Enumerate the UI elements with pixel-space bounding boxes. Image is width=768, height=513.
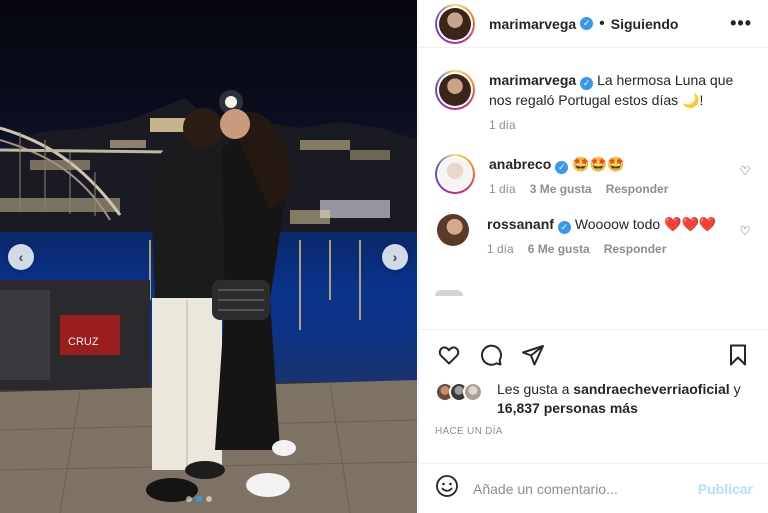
more-horizontal-icon[interactable]: ••• [730,13,752,34]
boat-sign: CRUZ [68,336,99,348]
post-date[interactable]: HACE UN DÍA [419,418,768,437]
chevron-right-icon: › [392,249,398,265]
comment-time[interactable]: 1 día [487,242,514,256]
add-comment-bar: Publicar [419,463,768,513]
liked-by: Les gusta a sandraecheverriaoficial y 16… [419,380,768,418]
comment-time[interactable]: 1 día [489,182,516,196]
verified-icon: ✓ [580,76,594,90]
publish-button[interactable]: Publicar [698,481,753,497]
liked-by-and: y [733,381,741,397]
comment-input[interactable] [473,480,698,497]
post-photo: CRUZ ‹ › [0,0,417,513]
comments-list: marimarvega ✓ La hermosa Luna que nos reg… [419,48,768,330]
partial-avatar [435,290,463,296]
liked-by-user[interactable]: sandraecheverriaoficial [573,381,729,397]
photo-scene: CRUZ [0,90,417,513]
liked-by-avatars[interactable] [435,382,491,402]
comment-bubble-icon[interactable] [477,341,505,369]
post-panel: marimarvega ✓ • Siguiendo ••• marimarveg… [418,0,768,513]
comment-like-heart-icon[interactable]: ♡ [738,164,752,196]
comment-likes[interactable]: 3 Me gusta [530,182,592,196]
comment-avatar[interactable] [435,154,475,194]
reply-button[interactable]: Responder [606,182,669,196]
verified-icon: ✓ [580,17,594,30]
comment-like-heart-icon[interactable]: ♡ [738,224,752,256]
chevron-left-icon: ‹ [18,249,24,265]
bookmark-icon[interactable] [724,341,752,369]
carousel-dot [206,496,212,502]
emoji-icon[interactable] [435,474,459,503]
share-send-icon[interactable] [519,341,547,369]
separator: • [599,14,605,32]
carousel-dot [186,496,192,502]
comment-username[interactable]: anabreco [489,156,551,172]
action-bar [419,330,768,380]
following-button[interactable]: Siguiendo [611,16,679,32]
caption-time[interactable]: 1 día [489,118,516,132]
caption-avatar[interactable] [435,70,475,110]
comment-text: 🤩🤩🤩 [572,156,625,172]
author-avatar[interactable] [435,3,475,44]
comment-username[interactable]: rossananf [487,216,554,232]
like-heart-icon[interactable] [435,341,463,369]
caption: marimarvega ✓ La hermosa Luna que nos reg… [435,48,752,132]
author-username[interactable]: marimarvega [489,16,576,32]
comment-likes[interactable]: 6 Me gusta [528,242,590,256]
comment-avatar[interactable] [437,214,469,246]
verified-icon: ✓ [555,160,569,174]
verified-icon: ✓ [557,220,571,234]
reply-button[interactable]: Responder [604,242,667,256]
comment-item: rossananf ✓ Woooow todo ❤️❤️❤️ 1 día 6 Me… [435,196,752,256]
carousel-dot [196,496,202,502]
comment-text: Woooow todo ❤️❤️❤️ [574,216,717,232]
post-header: marimarvega ✓ • Siguiendo ••• [419,0,768,48]
liked-by-prefix: Les gusta a [497,381,570,397]
comment-item: anabreco ✓ 🤩🤩🤩 1 día 3 Me gusta Responder… [435,132,752,196]
caption-username[interactable]: marimarvega [489,72,576,88]
liked-by-text: Les gusta a sandraecheverriaoficial y 16… [497,380,741,418]
partial-comment [435,286,752,296]
carousel-dots [186,496,212,502]
carousel-prev-button[interactable]: ‹ [8,244,34,270]
liked-by-others[interactable]: 16,837 personas más [497,400,638,416]
carousel-next-button[interactable]: › [382,244,408,270]
